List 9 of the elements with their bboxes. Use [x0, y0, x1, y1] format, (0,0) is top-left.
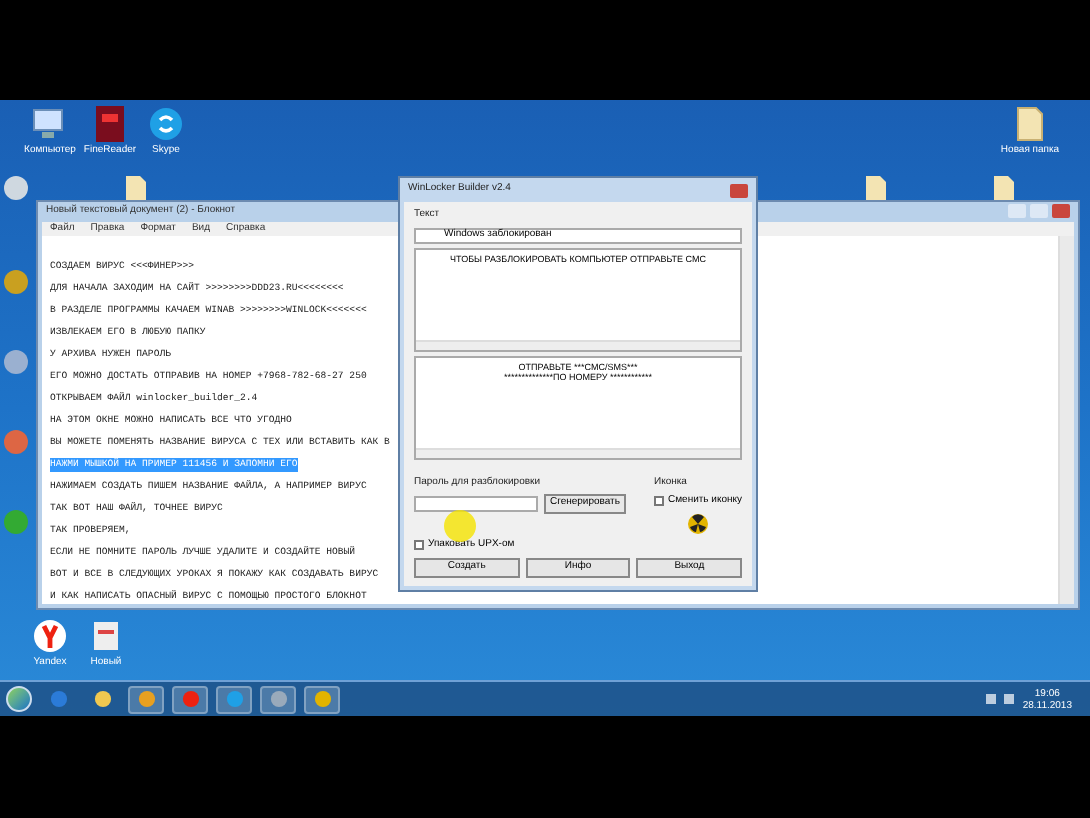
scrollbar[interactable] — [1058, 236, 1074, 604]
close-icon[interactable] — [730, 183, 748, 197]
password-field[interactable] — [414, 496, 538, 512]
close-icon[interactable] — [1052, 204, 1070, 219]
start-button[interactable] — [6, 686, 32, 712]
checkbox[interactable] — [654, 496, 664, 507]
checkbox[interactable] — [414, 539, 424, 550]
scrollbar[interactable] — [416, 339, 740, 349]
scrollbar[interactable] — [416, 447, 740, 457]
